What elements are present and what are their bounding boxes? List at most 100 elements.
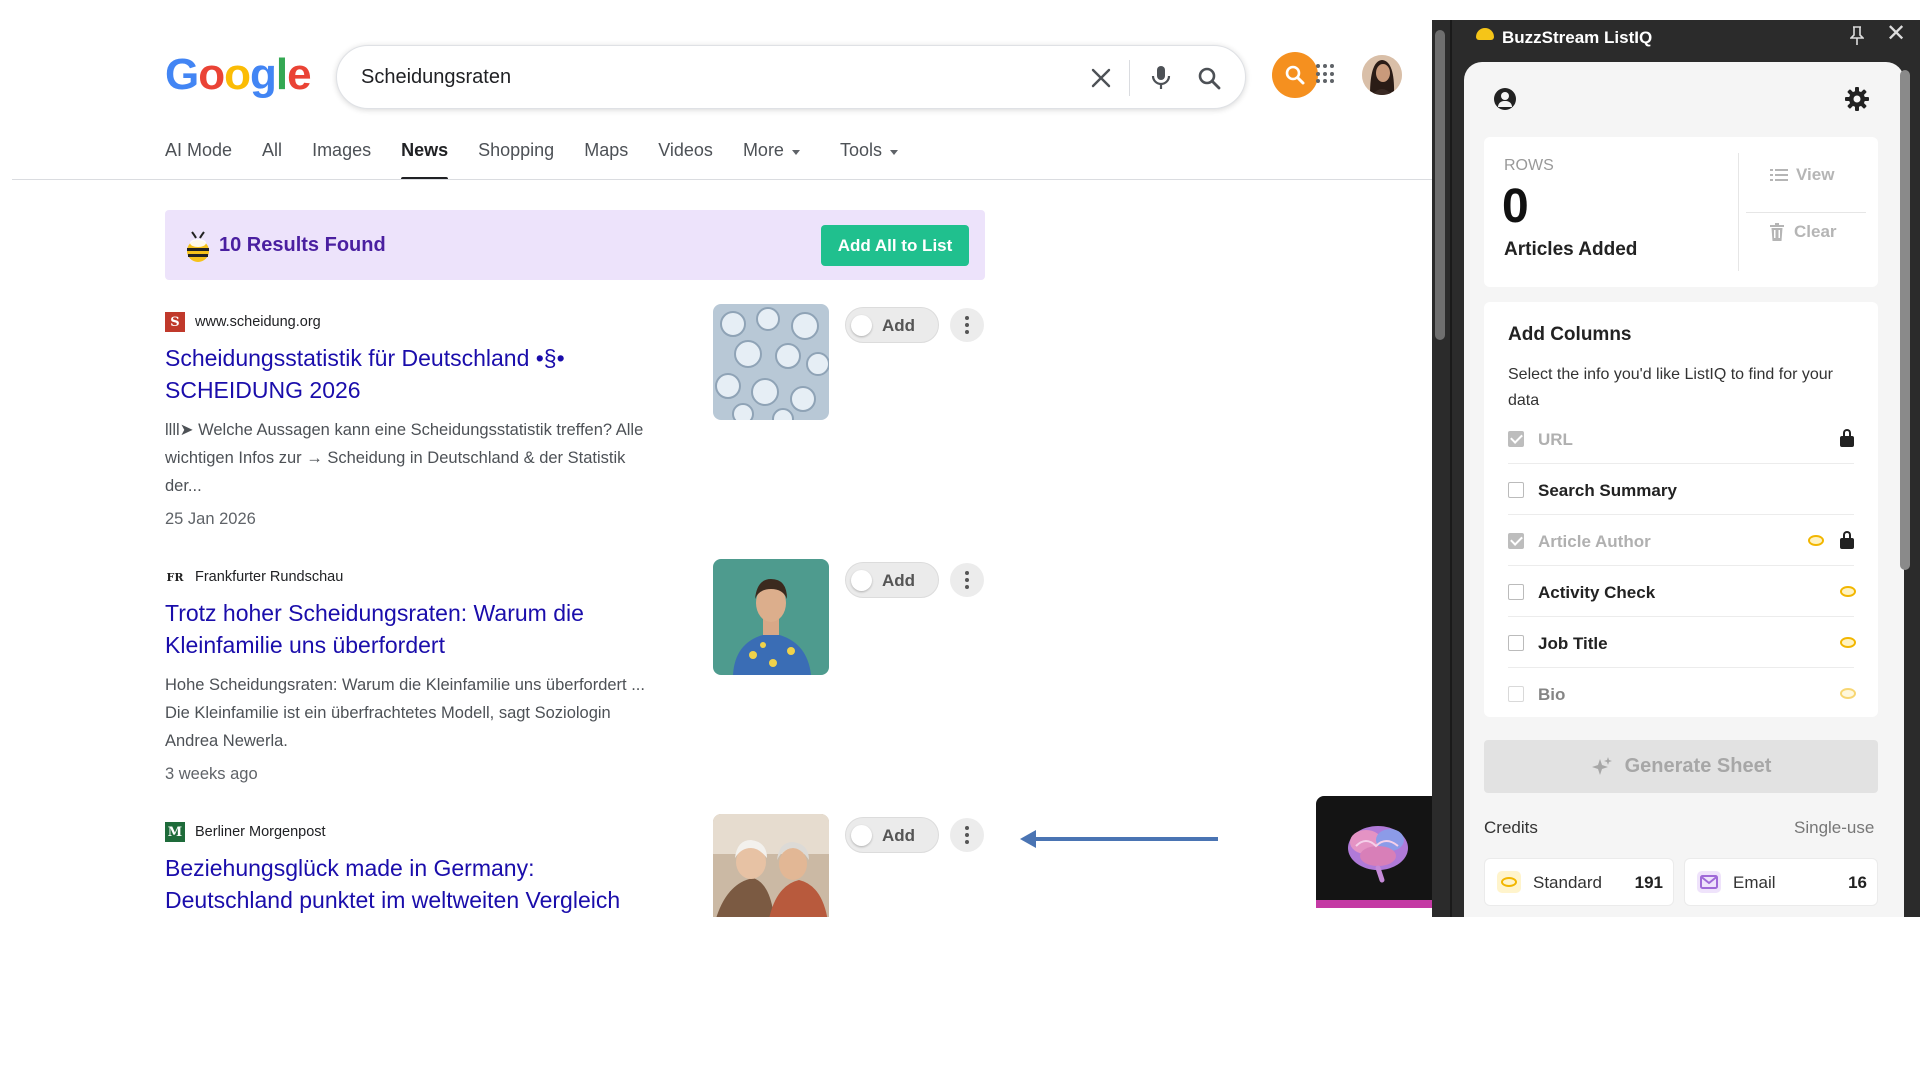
close-icon[interactable]: ✕ (1886, 22, 1906, 46)
result-thumbnail[interactable] (713, 304, 829, 420)
mic-icon[interactable] (1147, 64, 1175, 92)
result-source[interactable]: Berliner Morgenpost (195, 824, 326, 840)
column-option-job-title[interactable]: Job Title (1508, 617, 1856, 668)
column-option-search-summary[interactable]: Search Summary (1508, 464, 1854, 515)
result-thumbnail[interactable] (713, 814, 829, 917)
search-input[interactable]: Scheidungsraten (361, 66, 511, 89)
tab-images[interactable]: Images (312, 140, 371, 180)
result-title-link[interactable]: Trotz hoher Scheidungsraten: Warum die K… (165, 597, 705, 661)
snippet-line: llll➤ Welche Aussagen kann eine Scheidun… (165, 421, 644, 439)
tab-news[interactable]: News (401, 140, 449, 180)
rows-count: 0 (1502, 180, 1529, 233)
buzzstream-extension-icon[interactable] (1272, 52, 1318, 98)
add-toggle[interactable]: Add (845, 562, 939, 598)
page-scrollbar[interactable] (1435, 30, 1445, 340)
view-label: View (1796, 165, 1835, 184)
clear-label: Clear (1794, 222, 1837, 241)
ai-assistant-widget[interactable] (1316, 796, 1436, 908)
panel-body: ROWS 0 Articles Added View Clear Add Col… (1464, 62, 1904, 917)
column-option-bio[interactable]: Bio (1508, 668, 1856, 719)
more-options-icon[interactable] (950, 818, 984, 852)
column-option-activity-check[interactable]: Activity Check (1508, 566, 1856, 617)
tab-ai-mode[interactable]: AI Mode (165, 140, 232, 180)
rows-label: ROWS (1504, 157, 1554, 174)
add-all-to-list-button[interactable]: Add All to List (821, 225, 969, 266)
tab-label: AI Mode (165, 140, 233, 160)
articles-added-label: Articles Added (1504, 239, 1638, 260)
tab-shopping[interactable]: Shopping (478, 140, 554, 180)
standard-credits: Standard 191 (1484, 858, 1674, 906)
checkbox[interactable] (1508, 635, 1524, 651)
panel-scrollbar[interactable] (1900, 70, 1910, 570)
checkbox[interactable] (1508, 482, 1524, 498)
clear-button[interactable]: Clear (1770, 222, 1837, 242)
tab-all[interactable]: All (262, 140, 282, 180)
add-columns-card: Add Columns Select the info you'd like L… (1484, 302, 1878, 717)
toggle-knob (851, 570, 872, 591)
snippet-line: wichtigen Infos zur → Scheidung in Deuts… (165, 449, 626, 467)
results-count-text: 10 Results Found (219, 234, 386, 256)
result-source[interactable]: www.scheidung.org (195, 314, 321, 330)
column-name: URL (1538, 430, 1573, 449)
column-name: Article Author (1538, 532, 1651, 551)
add-toggle-label: Add (882, 316, 916, 335)
result-title-link[interactable]: Scheidungsstatistik für Deutschland •§• … (165, 342, 705, 406)
logo-letter: G (165, 50, 199, 99)
google-logo[interactable]: Google (165, 50, 312, 100)
checkbox[interactable] (1508, 533, 1524, 549)
snippet-line: der... (165, 477, 202, 495)
chevron-down-icon (889, 150, 898, 155)
logo-letter: e (287, 50, 312, 99)
result-thumbnail[interactable] (713, 559, 829, 675)
checkbox[interactable] (1508, 431, 1524, 447)
search-tabs: AI Mode All Images News Shopping Maps Vi… (165, 140, 928, 180)
result-title-line: Kleinfamilie uns überfordert (165, 632, 445, 658)
account-icon[interactable] (1494, 88, 1516, 110)
more-options-icon[interactable] (950, 563, 984, 597)
result-snippet: Hohe Scheidungsraten: Warum die Kleinfam… (165, 671, 690, 755)
view-button[interactable]: View (1770, 165, 1834, 185)
tabs-divider (12, 179, 1432, 180)
search-box[interactable]: Scheidungsraten (336, 45, 1246, 109)
tab-label: Shopping (478, 140, 555, 160)
brain-icon (1348, 826, 1408, 883)
buzzstream-logo-icon (1476, 28, 1494, 40)
result-title-link[interactable]: Beziehungsglück made in Germany: Deutsch… (165, 852, 705, 916)
tab-tools[interactable]: Tools (840, 140, 898, 180)
more-options-icon[interactable] (950, 308, 984, 342)
logo-letter: l (275, 50, 288, 99)
checkbox[interactable] (1508, 686, 1524, 702)
rows-divider (1738, 153, 1739, 271)
add-toggle[interactable]: Add (845, 307, 939, 343)
column-option-url[interactable]: URL (1508, 413, 1854, 464)
add-toggle[interactable]: Add (845, 817, 939, 853)
list-icon (1770, 169, 1788, 181)
result-title-line: Beziehungsglück made in Germany: (165, 855, 535, 881)
apps-grid-icon[interactable] (1316, 64, 1336, 84)
favicon-morgenpost: M (165, 822, 185, 842)
checkbox[interactable] (1508, 584, 1524, 600)
credit-coin-icon (1840, 688, 1856, 699)
trash-icon (1770, 223, 1784, 241)
credits-label: Credits (1484, 818, 1538, 837)
tab-more[interactable]: More (743, 140, 800, 180)
tab-label: All (262, 140, 283, 160)
tab-videos[interactable]: Videos (658, 140, 713, 180)
result-date: 3 weeks ago (165, 765, 258, 783)
search-divider (1129, 60, 1130, 96)
generate-sheet-button[interactable]: Generate Sheet (1484, 740, 1878, 793)
panel-divider (1450, 20, 1452, 917)
widget-accent-bar (1316, 900, 1436, 908)
column-name: Search Summary (1538, 481, 1677, 500)
result-source[interactable]: Frankfurter Rundschau (195, 569, 343, 585)
pin-icon[interactable] (1849, 26, 1865, 46)
result-title-line: Trotz hoher Scheidungsraten: Warum die (165, 600, 584, 626)
column-option-article-author[interactable]: Article Author (1508, 515, 1854, 566)
tab-maps[interactable]: Maps (584, 140, 628, 180)
tab-label: Maps (584, 140, 629, 160)
gear-icon[interactable] (1844, 86, 1870, 112)
search-icon[interactable] (1195, 64, 1223, 92)
credit-coin-icon (1808, 535, 1824, 546)
profile-avatar[interactable] (1362, 55, 1402, 95)
close-icon[interactable] (1087, 64, 1115, 92)
